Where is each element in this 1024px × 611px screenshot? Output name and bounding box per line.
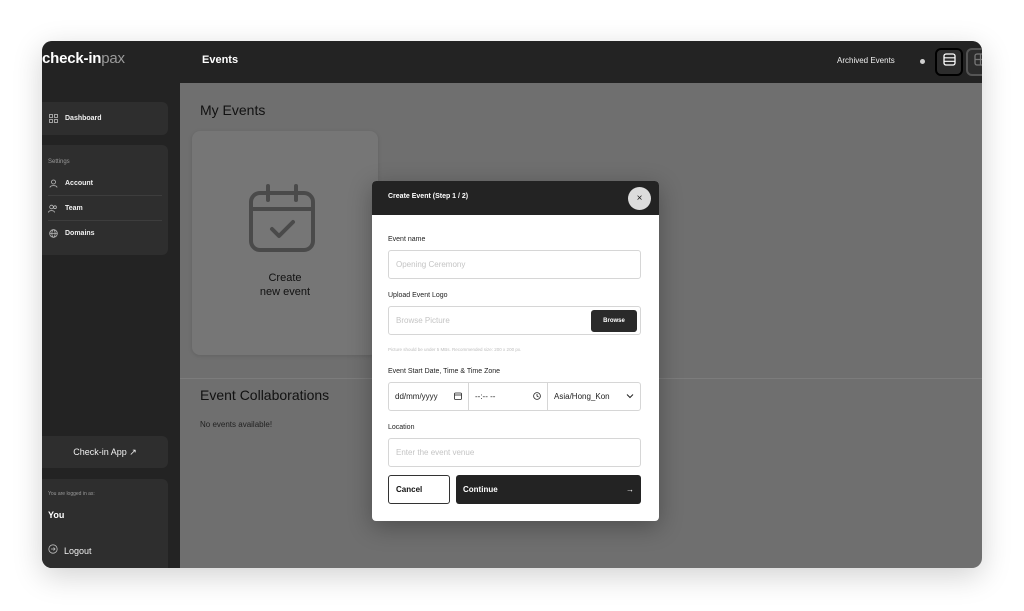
time-value: --:-- --	[475, 392, 496, 401]
sidebar: check-inpax Dashboard Settings Account T…	[42, 41, 180, 568]
sidebar-item-account[interactable]: Account	[42, 171, 168, 195]
archived-events-link[interactable]: Archived Events	[837, 56, 895, 65]
create-event-modal: Create Event (Step 1 / 2) × Event name O…	[372, 181, 659, 521]
user-name: You	[48, 510, 65, 520]
create-event-text: Create new event	[192, 271, 378, 299]
dashboard-card: Dashboard	[42, 102, 168, 135]
dashboard-icon	[48, 114, 58, 124]
no-events-text: No events available!	[200, 420, 273, 429]
list-view-button[interactable]	[935, 48, 963, 76]
sidebar-item-team[interactable]: Team	[42, 196, 168, 220]
calendar-icon	[454, 392, 462, 402]
timezone-value: Asia/Hong_Kon	[554, 392, 610, 401]
browse-button[interactable]: Browse	[591, 310, 637, 332]
logged-in-label: You are logged in as:	[48, 491, 95, 497]
settings-card: Settings Account Team Domains	[42, 145, 168, 255]
event-name-placeholder: Opening Ceremony	[396, 260, 466, 269]
grid-view-button[interactable]	[966, 48, 982, 76]
logo-upload-field[interactable]: Browse Picture Browse	[388, 306, 641, 335]
arrow-right-icon: →	[626, 485, 634, 494]
page-title: Events	[202, 54, 239, 66]
sidebar-item-dashboard[interactable]: Dashboard	[42, 102, 168, 135]
checkin-app-button[interactable]: Check-in App ↗	[42, 436, 168, 468]
cancel-button[interactable]: Cancel	[388, 475, 450, 504]
date-value: dd/mm/yyyy	[395, 392, 438, 401]
continue-button[interactable]: Continue →	[456, 475, 641, 504]
time-input[interactable]: --:-- --	[469, 383, 548, 410]
logo-label: Upload Event Logo	[388, 292, 448, 299]
datetime-row: dd/mm/yyyy --:-- -- Asia/Hong_Kon	[388, 382, 641, 411]
logout-button[interactable]: Logout	[48, 544, 92, 557]
modal-title: Create Event (Step 1 / 2)	[388, 193, 469, 200]
close-button[interactable]: ×	[628, 187, 651, 210]
calendar-check-icon	[248, 183, 318, 258]
top-bar: Events Archived Events	[180, 41, 982, 83]
continue-label: Continue	[463, 485, 498, 494]
location-placeholder: Enter the event venue	[396, 448, 475, 457]
chevron-down-icon	[626, 392, 634, 401]
create-event-card[interactable]: Create new event	[192, 131, 378, 355]
sidebar-item-label: Domains	[65, 229, 95, 237]
clock-icon	[533, 391, 541, 402]
event-name-input[interactable]: Opening Ceremony	[388, 250, 641, 279]
location-label: Location	[388, 424, 415, 431]
location-input[interactable]: Enter the event venue	[388, 438, 641, 467]
create-line-1: Create	[268, 272, 302, 284]
team-icon	[48, 203, 58, 213]
brand-part-2: pax	[101, 50, 125, 67]
sidebar-item-label: Team	[65, 204, 83, 212]
sidebar-item-label: Dashboard	[65, 115, 102, 122]
list-view-icon	[942, 53, 956, 71]
timezone-select[interactable]: Asia/Hong_Kon	[548, 383, 640, 410]
logout-icon	[48, 544, 58, 557]
brand-logo[interactable]: check-inpax	[42, 50, 125, 67]
sidebar-item-domains[interactable]: Domains	[42, 221, 168, 245]
sidebar-item-label: Account	[65, 179, 93, 187]
create-line-2: new event	[259, 286, 311, 298]
datetime-label: Event Start Date, Time & Time Zone	[388, 368, 501, 375]
date-input[interactable]: dd/mm/yyyy	[389, 383, 469, 410]
modal-header: Create Event (Step 1 / 2) ×	[372, 181, 659, 215]
collaborations-heading: Event Collaborations	[200, 387, 330, 403]
globe-icon	[48, 228, 58, 238]
event-name-label: Event name	[388, 236, 426, 243]
logo-hint: Picture should be under 5 MBs. Recommend…	[388, 347, 522, 352]
brand-part-1: check-in	[42, 50, 102, 67]
user-icon	[48, 178, 58, 188]
logo-placeholder: Browse Picture	[396, 316, 450, 325]
logout-label: Logout	[64, 545, 92, 556]
close-icon: ×	[636, 193, 643, 204]
status-dot	[920, 59, 925, 64]
user-card: You are logged in as: You Logout	[42, 479, 168, 568]
my-events-heading: My Events	[200, 102, 266, 118]
settings-heading: Settings	[48, 159, 70, 165]
grid-view-icon	[973, 53, 982, 71]
